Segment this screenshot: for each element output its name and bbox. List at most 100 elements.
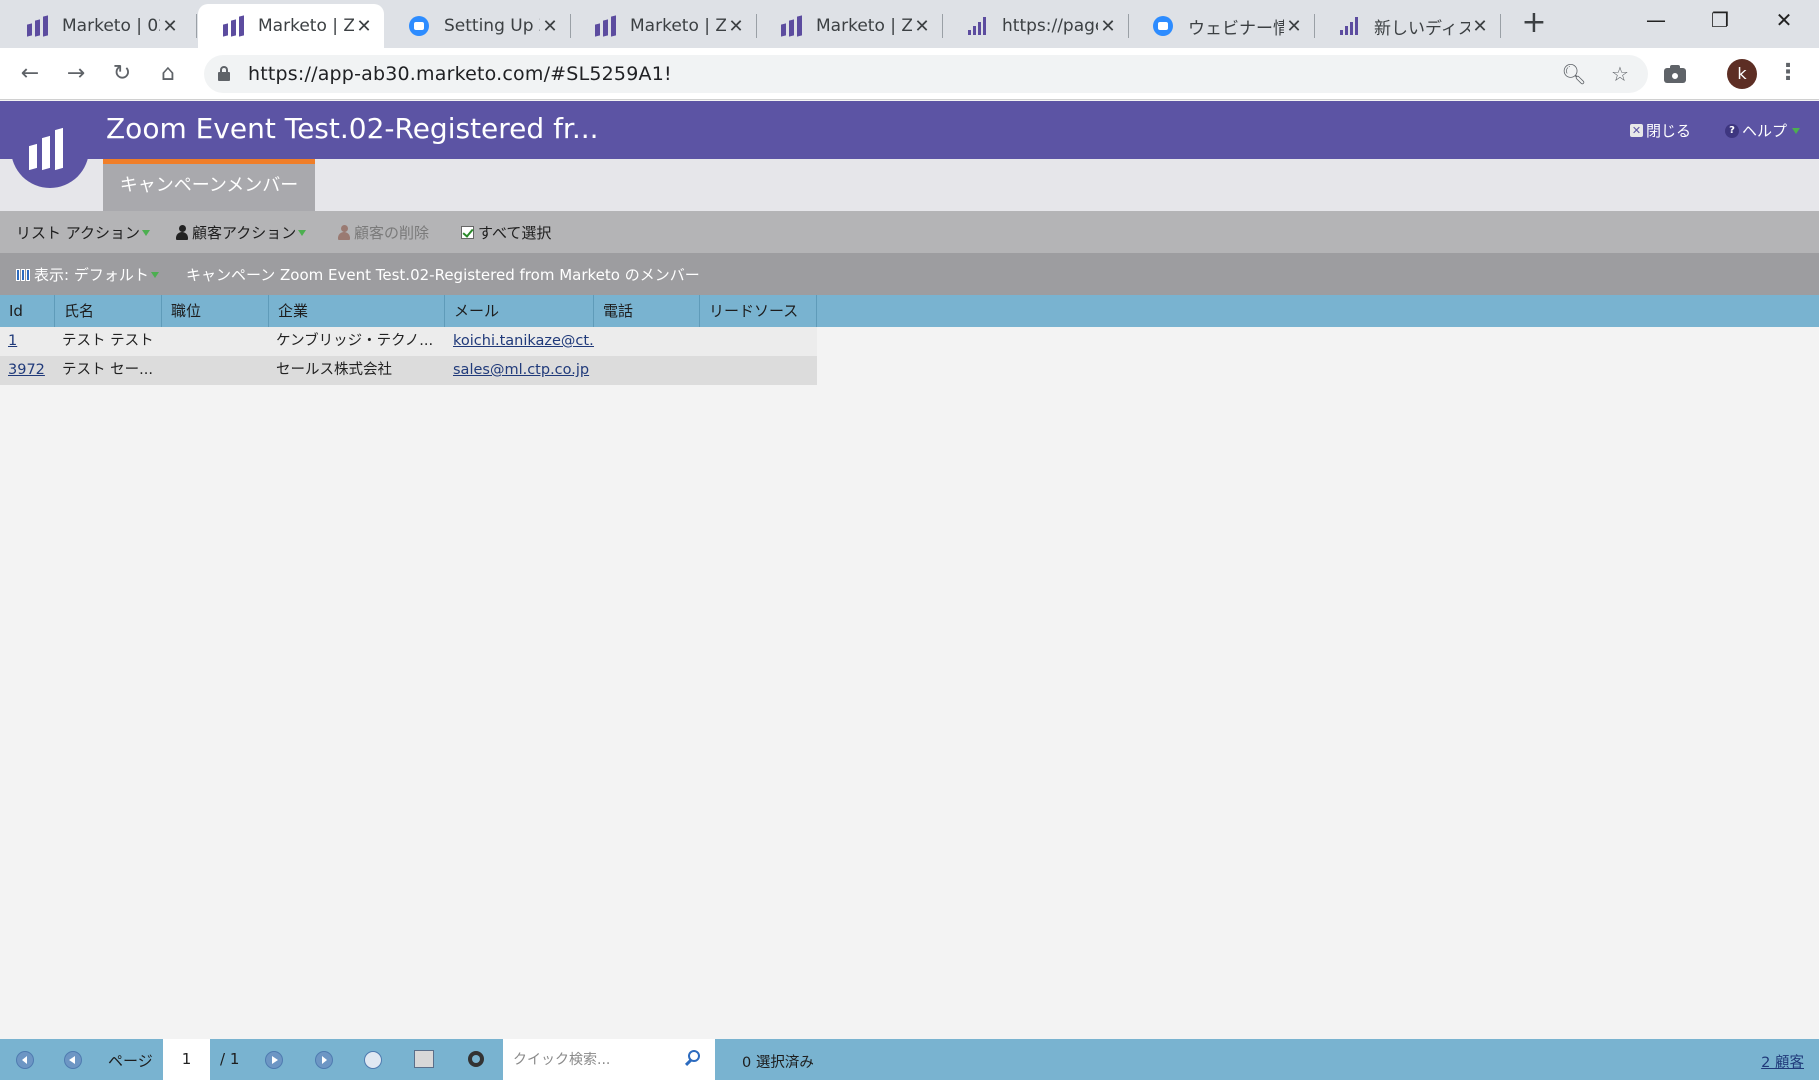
tab-campaign-members[interactable]: キャンペーンメンバー [103, 159, 315, 211]
previous-page-icon[interactable] [64, 1051, 82, 1069]
quick-search-input[interactable] [513, 1048, 673, 1072]
column-header-id[interactable]: Id [0, 295, 55, 327]
marketo-logo-icon [29, 127, 63, 171]
close-button[interactable]: ✕ 閉じる [1630, 120, 1691, 141]
dropdown-arrow-icon [298, 229, 307, 236]
marketo-logo-icon [780, 15, 802, 37]
browser-tab[interactable]: 新しいディスカ ✕ [1314, 4, 1500, 48]
first-page-icon[interactable] [16, 1051, 34, 1069]
help-menu[interactable]: ? ヘルプ [1725, 120, 1801, 141]
next-page-icon[interactable] [265, 1051, 283, 1069]
export-grid-icon[interactable] [414, 1050, 434, 1068]
tab-title: Setting Up Z [444, 16, 540, 36]
cell-company: ケンブリッジ・テクノ... [276, 333, 434, 349]
camera-icon[interactable] [1663, 62, 1687, 86]
browser-menu-icon[interactable]: ⋮ [1776, 58, 1800, 90]
browser-tab[interactable]: Setting Up Z ✕ [384, 4, 570, 48]
cell-id[interactable]: 3972 [0, 356, 55, 385]
cell-phone [594, 327, 700, 356]
cell-id[interactable]: 1 [0, 327, 55, 356]
cell-email[interactable]: koichi.tanikaze@ct... [445, 327, 594, 356]
page-label: ページ [108, 1052, 153, 1070]
column-header-company[interactable]: 企業 [269, 295, 445, 327]
search-icon[interactable] [684, 1050, 701, 1067]
close-window-icon[interactable]: ✕ [1752, 0, 1816, 44]
browser-tab[interactable]: Marketo | Zo ✕ [570, 4, 756, 48]
profile-avatar[interactable]: k [1727, 59, 1757, 89]
browser-tab-bar: Marketo | 02 ✕ Marketo | Zo ✕ Setting Up… [0, 0, 1819, 48]
column-header-lead-source[interactable]: リードソース [700, 295, 817, 327]
cell-phone [594, 356, 700, 385]
close-tab-icon[interactable]: ✕ [1284, 16, 1304, 37]
page-number-input[interactable]: 1 [163, 1039, 210, 1080]
home-icon[interactable]: ⌂ [152, 58, 184, 90]
browser-tab[interactable]: Marketo | Zo ✕ [756, 4, 942, 48]
table-row[interactable]: 1 テスト テスト ケンブリッジ・テクノ... koichi.tanikaze@… [0, 327, 817, 356]
column-settings-icon[interactable] [466, 1050, 486, 1068]
cell-title [162, 356, 269, 385]
help-icon: ? [1725, 123, 1739, 138]
forward-arrow-icon[interactable]: → [60, 58, 92, 90]
tab-title: Marketo | Zo [258, 16, 354, 36]
close-label: 閉じる [1646, 122, 1692, 140]
delete-person-label: 顧客の削除 [354, 224, 430, 242]
total-count-link[interactable]: 2 顧客 [1761, 1051, 1804, 1072]
column-header-phone[interactable]: 電話 [594, 295, 700, 327]
column-header-title[interactable]: 職位 [162, 295, 269, 327]
minimize-icon[interactable]: — [1624, 0, 1688, 44]
close-tab-icon[interactable]: ✕ [540, 16, 560, 37]
url-text[interactable]: https://app-ab30.marketo.com/#SL5259A1! [248, 63, 672, 85]
address-bar: ← → ↻ ⌂ https://app-ab30.marketo.com/#SL… [0, 48, 1819, 100]
view-label: 表示: デフォルト [34, 266, 149, 284]
zoom-magnifier-icon[interactable]: 🔍︎ [1560, 61, 1588, 87]
browser-tab-active[interactable]: Marketo | Zo ✕ [198, 4, 384, 48]
bookmark-star-icon[interactable]: ☆ [1606, 61, 1634, 87]
last-page-icon[interactable] [315, 1051, 333, 1069]
refresh-icon[interactable] [364, 1051, 382, 1069]
close-icon: ✕ [1630, 124, 1643, 137]
browser-tab[interactable]: https://page ✕ [942, 4, 1128, 48]
cell-lead-source [700, 356, 817, 385]
zoom-logo-icon [408, 15, 430, 37]
column-header-name[interactable]: 氏名 [55, 295, 162, 327]
cell-title [162, 327, 269, 356]
reload-icon[interactable]: ↻ [106, 58, 138, 90]
close-tab-icon[interactable]: ✕ [354, 16, 374, 37]
quick-search-box [503, 1039, 715, 1080]
browser-tab[interactable]: ウェビナー情報 ✕ [1128, 4, 1314, 48]
back-arrow-icon[interactable]: ← [14, 58, 46, 90]
tab-divider [196, 14, 197, 38]
delete-person-icon [338, 225, 350, 240]
omnibox[interactable]: https://app-ab30.marketo.com/#SL5259A1! … [204, 55, 1648, 93]
help-label: ヘルプ [1742, 122, 1788, 140]
close-tab-icon[interactable]: ✕ [726, 16, 746, 37]
marketo-logo-icon [594, 15, 616, 37]
browser-tab[interactable]: Marketo | 02 ✕ [2, 4, 190, 48]
cell-name: テスト セー... [62, 362, 153, 378]
selected-count: 0 選択済み [742, 1055, 814, 1071]
close-tab-icon[interactable]: ✕ [1098, 16, 1118, 37]
zoom-logo-icon [1152, 15, 1174, 37]
marketo-logo-icon [26, 15, 48, 37]
dropdown-arrow-icon [150, 271, 159, 278]
delete-person-button[interactable]: 顧客の削除 [338, 222, 429, 243]
grid-view-icon [16, 268, 30, 281]
close-tab-icon[interactable]: ✕ [1470, 16, 1490, 37]
tab-title: Marketo | Zo [816, 16, 912, 36]
select-all-label: すべて選択 [478, 224, 552, 242]
close-tab-icon[interactable]: ✕ [912, 16, 932, 37]
close-tab-icon[interactable]: ✕ [160, 16, 180, 37]
cell-email[interactable]: sales@ml.ctp.co.jp [445, 356, 594, 385]
select-all-button[interactable]: すべて選択 [461, 222, 551, 243]
restore-window-icon[interactable]: ❐ [1688, 0, 1752, 44]
person-actions-menu[interactable]: 顧客アクション [176, 222, 307, 243]
view-selector[interactable]: 表示: デフォルト [16, 264, 159, 285]
lock-icon [218, 66, 230, 81]
table-row[interactable]: 3972 テスト セー... セールス株式会社 sales@ml.ctp.co.… [0, 356, 817, 385]
list-actions-menu[interactable]: リスト アクション [16, 222, 151, 243]
column-header-email[interactable]: メール [445, 295, 594, 327]
new-tab-plus-icon[interactable]: + [1518, 8, 1550, 40]
grid-caption: キャンペーン Zoom Event Test.02-Registered fro… [186, 266, 700, 284]
marketo-bars-icon [1338, 15, 1360, 37]
tab-title: Marketo | Zo [630, 16, 726, 36]
